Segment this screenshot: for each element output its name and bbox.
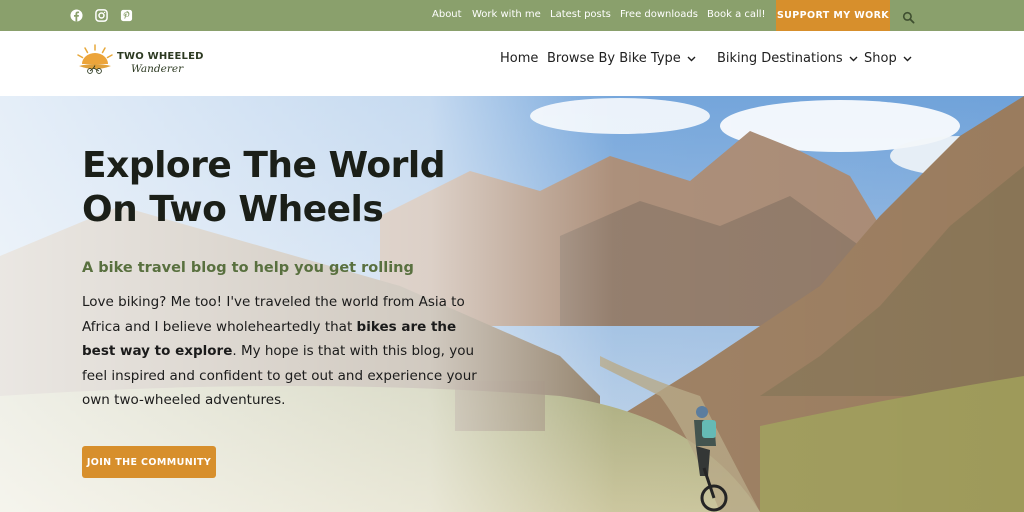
hero-subtitle: A bike travel blog to help you get rolli…	[82, 260, 414, 276]
hero-title-line-2: On Two Wheels	[82, 189, 384, 230]
nav-item-browse-by-bike-type[interactable]: Browse By Bike Type	[547, 51, 696, 66]
toplink-about[interactable]: About	[432, 9, 462, 20]
nav-label: Home	[500, 51, 539, 66]
hero-section: Explore The World On Two Wheels A bike t…	[0, 96, 1024, 512]
nav-item-home[interactable]: Home	[500, 51, 538, 66]
instagram-icon[interactable]	[94, 8, 108, 22]
nav-label: Biking Destinations	[717, 51, 843, 66]
site-logo[interactable]: TWO WHEELED Wanderer	[75, 42, 205, 84]
site-header: TWO WHEELED Wanderer Home Browse By Bike…	[0, 31, 1024, 96]
facebook-icon[interactable]	[69, 8, 83, 22]
toplink-book-a-call[interactable]: Book a call!	[707, 9, 766, 20]
support-my-work-button[interactable]: SUPPORT MY WORK	[776, 0, 890, 31]
nav-item-biking-destinations[interactable]: Biking Destinations	[717, 51, 858, 66]
logo-subtitle: Wanderer	[131, 63, 184, 75]
top-bar: About Work with me Latest posts Free dow…	[0, 0, 1024, 31]
nav-label: Browse By Bike Type	[547, 51, 681, 66]
hero-body: Love biking? Me too! I've traveled the w…	[82, 290, 494, 413]
join-the-community-button[interactable]: JOIN THE COMMUNITY	[82, 446, 216, 478]
toplink-work-with-me[interactable]: Work with me	[472, 9, 541, 20]
sunset-bike-logo-icon	[77, 44, 113, 74]
pinterest-icon[interactable]	[119, 8, 133, 22]
hero-title-line-1: Explore The World	[82, 145, 446, 186]
chevron-down-icon	[687, 56, 696, 62]
chevron-down-icon	[903, 56, 912, 62]
nav-label: Shop	[864, 51, 897, 66]
nav-item-shop[interactable]: Shop	[864, 51, 912, 66]
hero-title: Explore The World On Two Wheels	[82, 144, 522, 232]
toplink-latest-posts[interactable]: Latest posts	[550, 9, 611, 20]
search-icon[interactable]	[902, 9, 915, 24]
logo-title: TWO WHEELED	[117, 51, 204, 62]
toplink-free-downloads[interactable]: Free downloads	[620, 9, 698, 20]
chevron-down-icon	[849, 56, 858, 62]
